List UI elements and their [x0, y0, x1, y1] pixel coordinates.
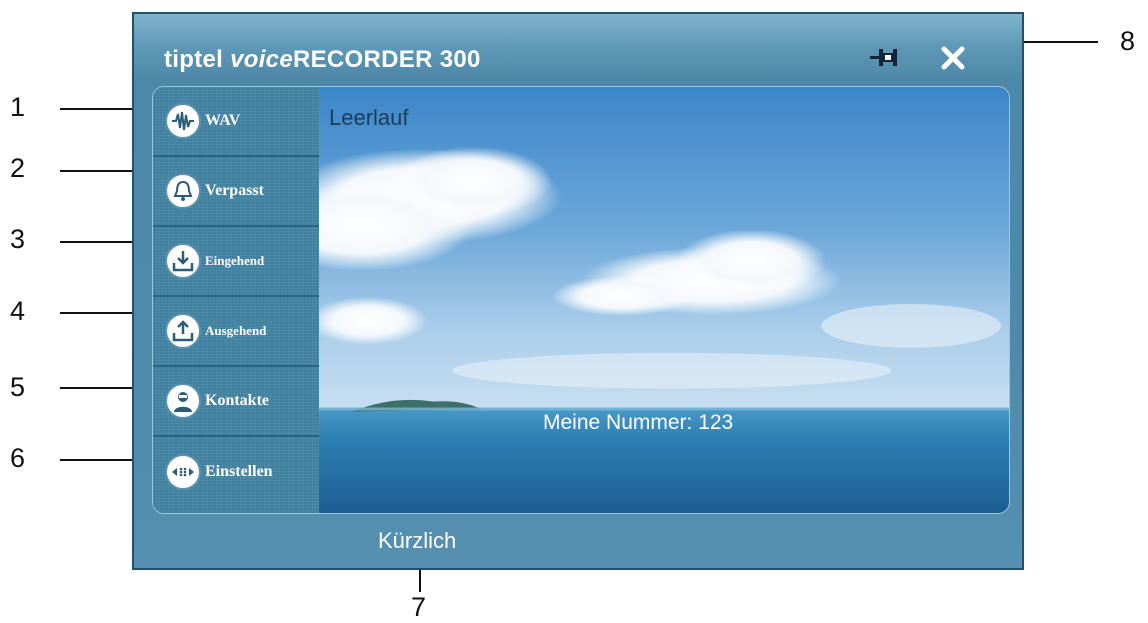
- callout-2: 2: [10, 153, 26, 183]
- callout-line-8: [1024, 41, 1098, 43]
- download-tray-icon: [172, 251, 194, 272]
- upload-tray-icon: [172, 320, 194, 342]
- status-text: Leerlauf: [329, 105, 409, 130]
- sidebar-item-label: Ausgehend: [205, 323, 267, 338]
- sidebar-item-verpasst[interactable]: Verpasst: [153, 157, 319, 227]
- bell-icon: [173, 180, 193, 201]
- callout-5: 5: [10, 372, 26, 402]
- sidebar-item-label: WAV: [205, 112, 241, 129]
- callout-8: 8: [1120, 26, 1136, 56]
- app-title: tiptel voiceRECORDER 300: [164, 46, 481, 74]
- my-number-label: Meine Nummer: 123: [543, 411, 734, 434]
- content-panel: WAV Verpasst Eingehend Ausgehend Kontakt…: [152, 86, 1010, 514]
- title-bar[interactable]: tiptel voiceRECORDER 300: [134, 14, 1022, 86]
- settings-dial-icon: [172, 467, 194, 477]
- sidebar-item-label: Verpasst: [205, 182, 264, 199]
- sidebar-item-label: Einstellen: [205, 463, 273, 480]
- callout-line-7: [419, 570, 421, 592]
- recent-tab[interactable]: Kürzlich: [378, 528, 456, 554]
- title-brand: tiptel: [164, 46, 231, 73]
- close-icon: [941, 46, 965, 70]
- callout-6: 6: [10, 443, 26, 473]
- sidebar-item-wav[interactable]: WAV: [153, 87, 319, 157]
- callout-1: 1: [10, 92, 26, 122]
- title-voice: voice: [230, 46, 293, 73]
- sidebar-item-label: Kontakte: [205, 392, 269, 409]
- title-model: RECORDER 300: [292, 46, 481, 73]
- close-button[interactable]: [938, 44, 968, 72]
- pin-icon: [870, 49, 897, 66]
- sidebar-item-einstellen[interactable]: Einstellen: [153, 437, 319, 507]
- sidebar: WAV Verpasst Eingehend Ausgehend Kontakt…: [153, 87, 319, 513]
- callout-3: 3: [10, 224, 26, 254]
- pin-button[interactable]: [870, 44, 904, 70]
- callout-4: 4: [10, 296, 26, 326]
- sidebar-item-eingehend[interactable]: Eingehend: [153, 227, 319, 297]
- waveform-icon: [172, 111, 194, 131]
- sidebar-item-kontakte[interactable]: Kontakte: [153, 367, 319, 437]
- contact-person-icon: [174, 392, 192, 412]
- callout-7: 7: [411, 592, 427, 622]
- sidebar-item-ausgehend[interactable]: Ausgehend: [153, 297, 319, 367]
- sidebar-item-label: Eingehend: [205, 253, 265, 268]
- app-window: tiptel voiceRECORDER 300 WAV Verpasst Ei…: [132, 12, 1024, 570]
